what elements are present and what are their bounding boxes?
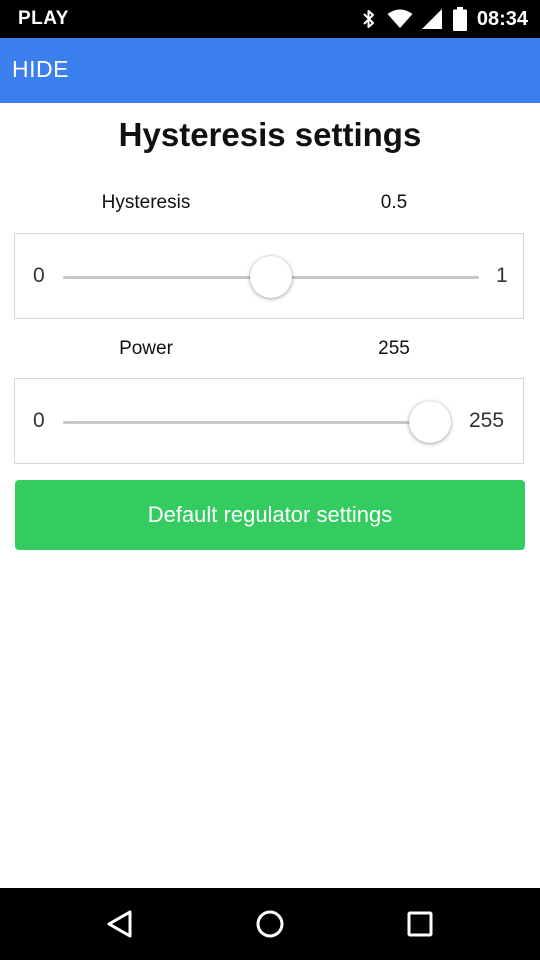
power-label: Power [119, 338, 173, 359]
back-icon[interactable] [102, 906, 138, 942]
hysteresis-max-label: 1 [496, 264, 508, 287]
page-title: Hysteresis settings [118, 116, 422, 153]
home-icon[interactable] [252, 906, 288, 942]
status-bar: PLAY 08:34 [0, 0, 540, 38]
wifi-icon [387, 9, 413, 29]
battery-icon [452, 7, 467, 31]
hysteresis-value: 0.5 [380, 192, 408, 213]
power-min-label: 0 [33, 409, 45, 432]
hysteresis-label: Hysteresis [101, 192, 191, 213]
hysteresis-min-label: 0 [33, 264, 45, 287]
power-value: 255 [378, 338, 410, 359]
navigation-bar [0, 888, 540, 960]
cell-signal-icon [421, 8, 443, 30]
hysteresis-slider-box: 0 1 [14, 233, 524, 319]
hide-button[interactable]: HIDE [12, 56, 69, 83]
recents-icon[interactable] [402, 906, 438, 942]
power-slider-box: 0 255 [14, 378, 524, 464]
power-max-label: 255 [469, 409, 505, 432]
screen: PLAY 08:34 HIDE Hysteresis settings Hyst… [0, 0, 540, 960]
status-icons: 08:34 [361, 0, 528, 38]
default-regulator-settings-button[interactable]: Default regulator settings [15, 480, 525, 550]
bluetooth-icon [361, 8, 377, 30]
power-slider-thumb[interactable] [409, 401, 451, 443]
power-slider-track[interactable] [63, 421, 430, 424]
carrier-label: PLAY [18, 8, 69, 29]
clock: 08:34 [476, 7, 528, 30]
app-bar: HIDE [0, 38, 540, 103]
hysteresis-slider-thumb[interactable] [250, 256, 292, 298]
